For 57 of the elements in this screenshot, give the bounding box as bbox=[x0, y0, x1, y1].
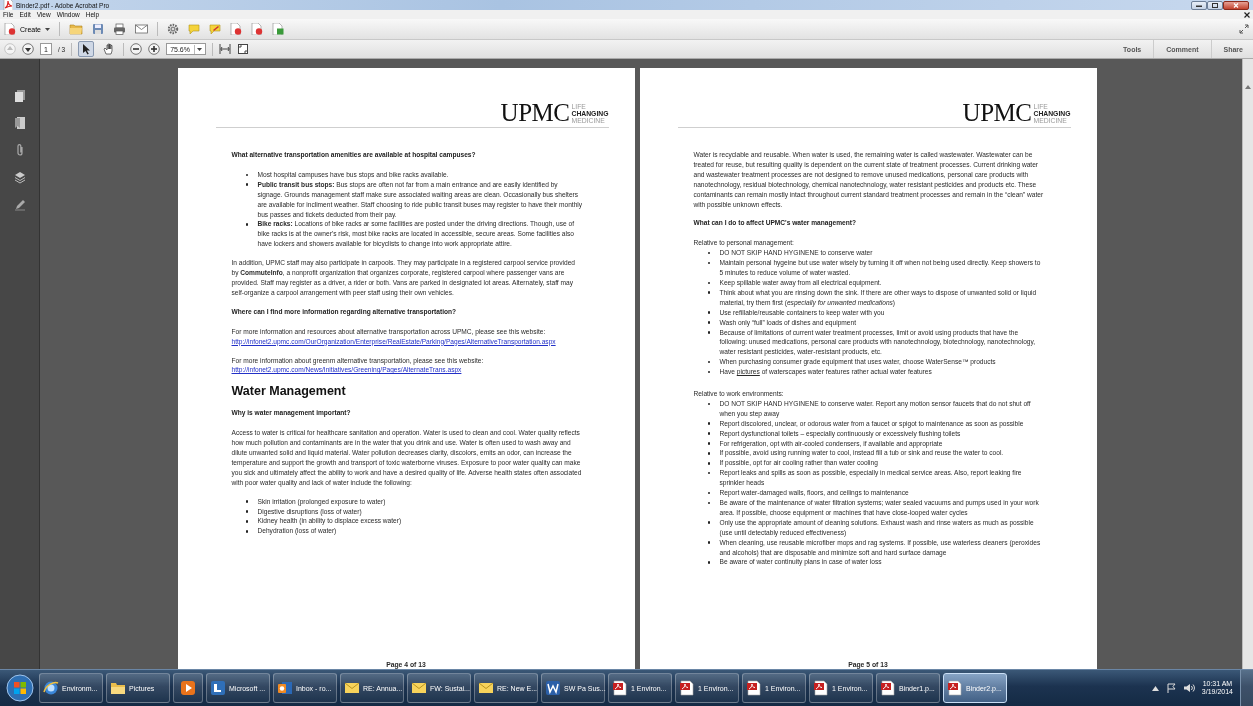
app-icon bbox=[3, 0, 13, 11]
next-page-icon[interactable] bbox=[22, 43, 34, 55]
document-icon bbox=[746, 680, 762, 696]
fit-page-icon[interactable] bbox=[237, 43, 249, 55]
show-hidden-icons[interactable] bbox=[1151, 685, 1159, 691]
comment-pen-icon[interactable] bbox=[209, 23, 221, 35]
logo: UPMC bbox=[962, 102, 1032, 124]
signature-icon[interactable] bbox=[13, 197, 26, 211]
volume-icon[interactable] bbox=[1182, 683, 1195, 693]
page-thumbnails-icon[interactable] bbox=[13, 89, 26, 103]
section-heading: Water Management bbox=[231, 384, 347, 400]
select-tool[interactable] bbox=[78, 41, 95, 57]
settings-icon[interactable] bbox=[167, 23, 179, 35]
document-icon bbox=[4, 23, 16, 35]
show-desktop-button[interactable] bbox=[1240, 670, 1253, 706]
logo: UPMC bbox=[500, 102, 570, 124]
document-icon bbox=[545, 680, 561, 696]
maximize-button[interactable] bbox=[1207, 0, 1223, 10]
document-icon bbox=[947, 680, 963, 696]
app-icon bbox=[277, 680, 293, 696]
taskbar-button[interactable] bbox=[173, 673, 203, 703]
minimize-button[interactable] bbox=[1191, 0, 1207, 10]
document-icon[interactable] bbox=[272, 23, 284, 35]
arrow-pointer-icon bbox=[81, 43, 92, 55]
envelope-icon bbox=[411, 680, 427, 696]
play-icon bbox=[180, 680, 196, 696]
expand-icon[interactable] bbox=[1239, 24, 1249, 34]
envelope-icon[interactable] bbox=[135, 24, 148, 34]
close-button[interactable] bbox=[1223, 0, 1249, 10]
caret-icon bbox=[45, 27, 50, 31]
document-icon[interactable] bbox=[251, 23, 263, 35]
document-icon bbox=[679, 680, 695, 696]
folder-icon bbox=[110, 680, 126, 696]
envelope-icon bbox=[478, 680, 494, 696]
flag-icon[interactable] bbox=[1165, 683, 1176, 693]
browser-icon bbox=[43, 680, 59, 696]
save-icon[interactable] bbox=[92, 23, 104, 35]
document-icon bbox=[612, 680, 628, 696]
caret-icon bbox=[197, 47, 202, 51]
minimize-icon bbox=[1196, 3, 1202, 7]
close-icon bbox=[1233, 2, 1239, 8]
bookmark-icon[interactable] bbox=[13, 116, 26, 130]
layers-icon[interactable] bbox=[13, 170, 26, 184]
envelope-icon bbox=[344, 680, 360, 696]
maximize-icon bbox=[1212, 2, 1218, 8]
zoom-out-icon[interactable] bbox=[130, 43, 143, 55]
scrollbar[interactable] bbox=[1242, 59, 1253, 669]
document-icon bbox=[813, 680, 829, 696]
hand-icon bbox=[103, 43, 115, 55]
start-button[interactable] bbox=[6, 674, 34, 702]
printer-icon[interactable] bbox=[113, 23, 126, 35]
zoom-in-icon[interactable] bbox=[148, 43, 161, 55]
app-icon bbox=[210, 680, 226, 696]
document-icon[interactable] bbox=[230, 23, 242, 35]
fit-width-icon[interactable] bbox=[219, 43, 231, 55]
document-icon bbox=[880, 680, 896, 696]
close-document-icon[interactable] bbox=[1244, 11, 1250, 18]
